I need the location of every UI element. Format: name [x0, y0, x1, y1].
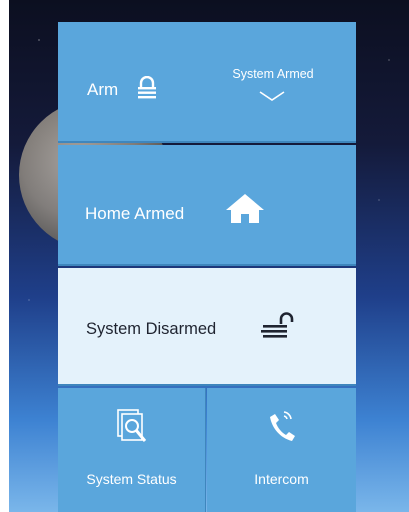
system-status-button[interactable]: System Status [58, 388, 206, 512]
system-armed-status[interactable]: System Armed [208, 67, 338, 81]
arm-label: Arm [87, 80, 119, 99]
document-search-icon [115, 408, 149, 451]
phone-icon [266, 408, 298, 449]
home-armed-button[interactable]: Home Armed [58, 145, 356, 266]
home-armed-label: Home Armed [85, 204, 185, 223]
intercom-label: Intercom [254, 471, 309, 487]
system-disarmed-label: System Disarmed [86, 320, 217, 338]
lock-closed-icon [136, 75, 158, 105]
arm-button[interactable]: Arm System Armed [58, 22, 356, 143]
security-panel: Arm System Armed Home Armed System Disar… [58, 22, 356, 512]
house-icon [224, 192, 266, 229]
intercom-button[interactable]: Intercom [207, 388, 356, 512]
chevron-down-icon[interactable] [258, 89, 286, 107]
system-status-label: System Status [86, 471, 177, 487]
lock-open-icon [259, 312, 295, 347]
system-disarmed-button[interactable]: System Disarmed [58, 268, 356, 386]
